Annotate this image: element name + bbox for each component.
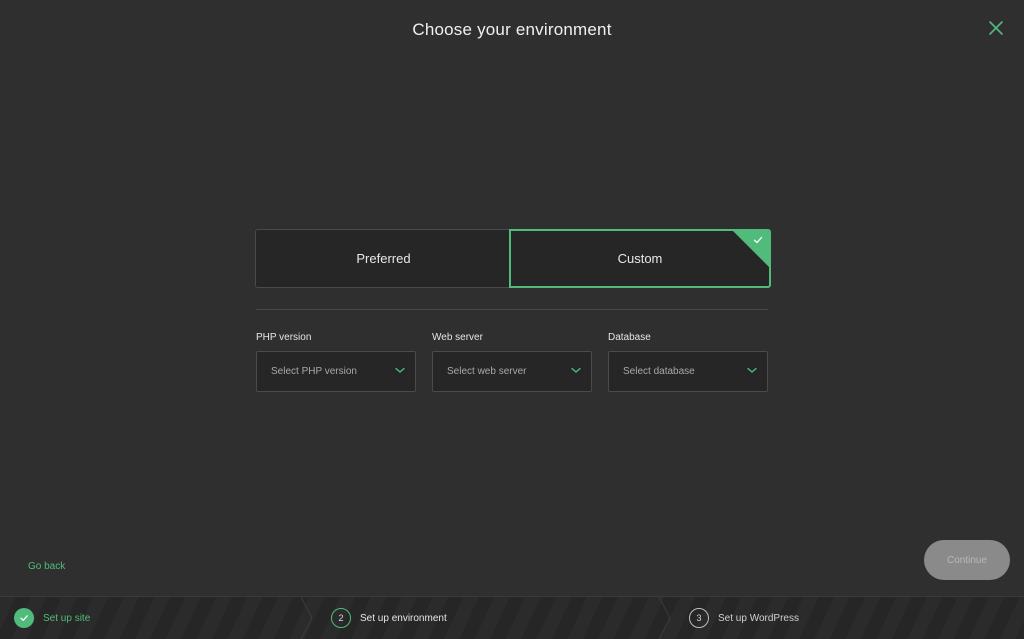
web-server-field: Web server Select web server [432,332,592,392]
step-label: Set up site [43,612,91,624]
step-complete-badge [14,608,34,628]
step-number-badge: 3 [689,608,709,628]
progress-stepper: Set up site 2 Set up environment 3 Set u… [0,596,1024,639]
tab-custom-label: Custom [617,251,663,266]
php-version-label: PHP version [256,332,312,343]
environment-type-tabs: Preferred Custom [255,229,771,288]
step-set-up-environment: 2 Set up environment [331,597,447,639]
continue-button[interactable]: Continue [924,540,1010,580]
checkmark-icon [20,615,28,621]
chevron-down-icon [395,367,405,373]
step-separator-chevron [300,597,313,639]
database-field: Database Select database [608,332,768,392]
web-server-select[interactable]: Select web server [432,351,592,392]
chevron-down-icon [747,367,757,373]
web-server-placeholder: Select web server [447,366,527,377]
tab-custom[interactable]: Custom [509,229,771,288]
continue-button-label: Continue [946,554,988,566]
go-back-link[interactable]: Go back [28,561,65,572]
step-set-up-site: Set up site [14,597,90,639]
step-number-badge: 2 [331,608,351,628]
chevron-down-icon [571,367,581,373]
selected-corner-badge [733,231,769,267]
web-server-label: Web server [432,332,483,343]
close-button[interactable] [986,18,1006,38]
environment-setup-screen: Choose your environment Preferred Custom… [0,0,1024,639]
step-label: Set up environment [360,612,447,624]
checkmark-icon [753,236,763,244]
tab-preferred-label: Preferred [356,251,411,266]
close-icon [989,21,1003,35]
database-placeholder: Select database [623,366,695,377]
php-version-field: PHP version Select PHP version [256,332,416,392]
php-version-placeholder: Select PHP version [271,366,357,377]
database-select[interactable]: Select database [608,351,768,392]
section-divider [256,309,768,310]
php-version-select[interactable]: Select PHP version [256,351,416,392]
step-set-up-wordpress: 3 Set up WordPress [689,597,799,639]
tab-preferred[interactable]: Preferred [255,229,511,288]
page-title: Choose your environment [412,20,612,39]
step-label: Set up WordPress [718,612,799,624]
step-separator-chevron [658,597,671,639]
database-label: Database [608,332,651,343]
